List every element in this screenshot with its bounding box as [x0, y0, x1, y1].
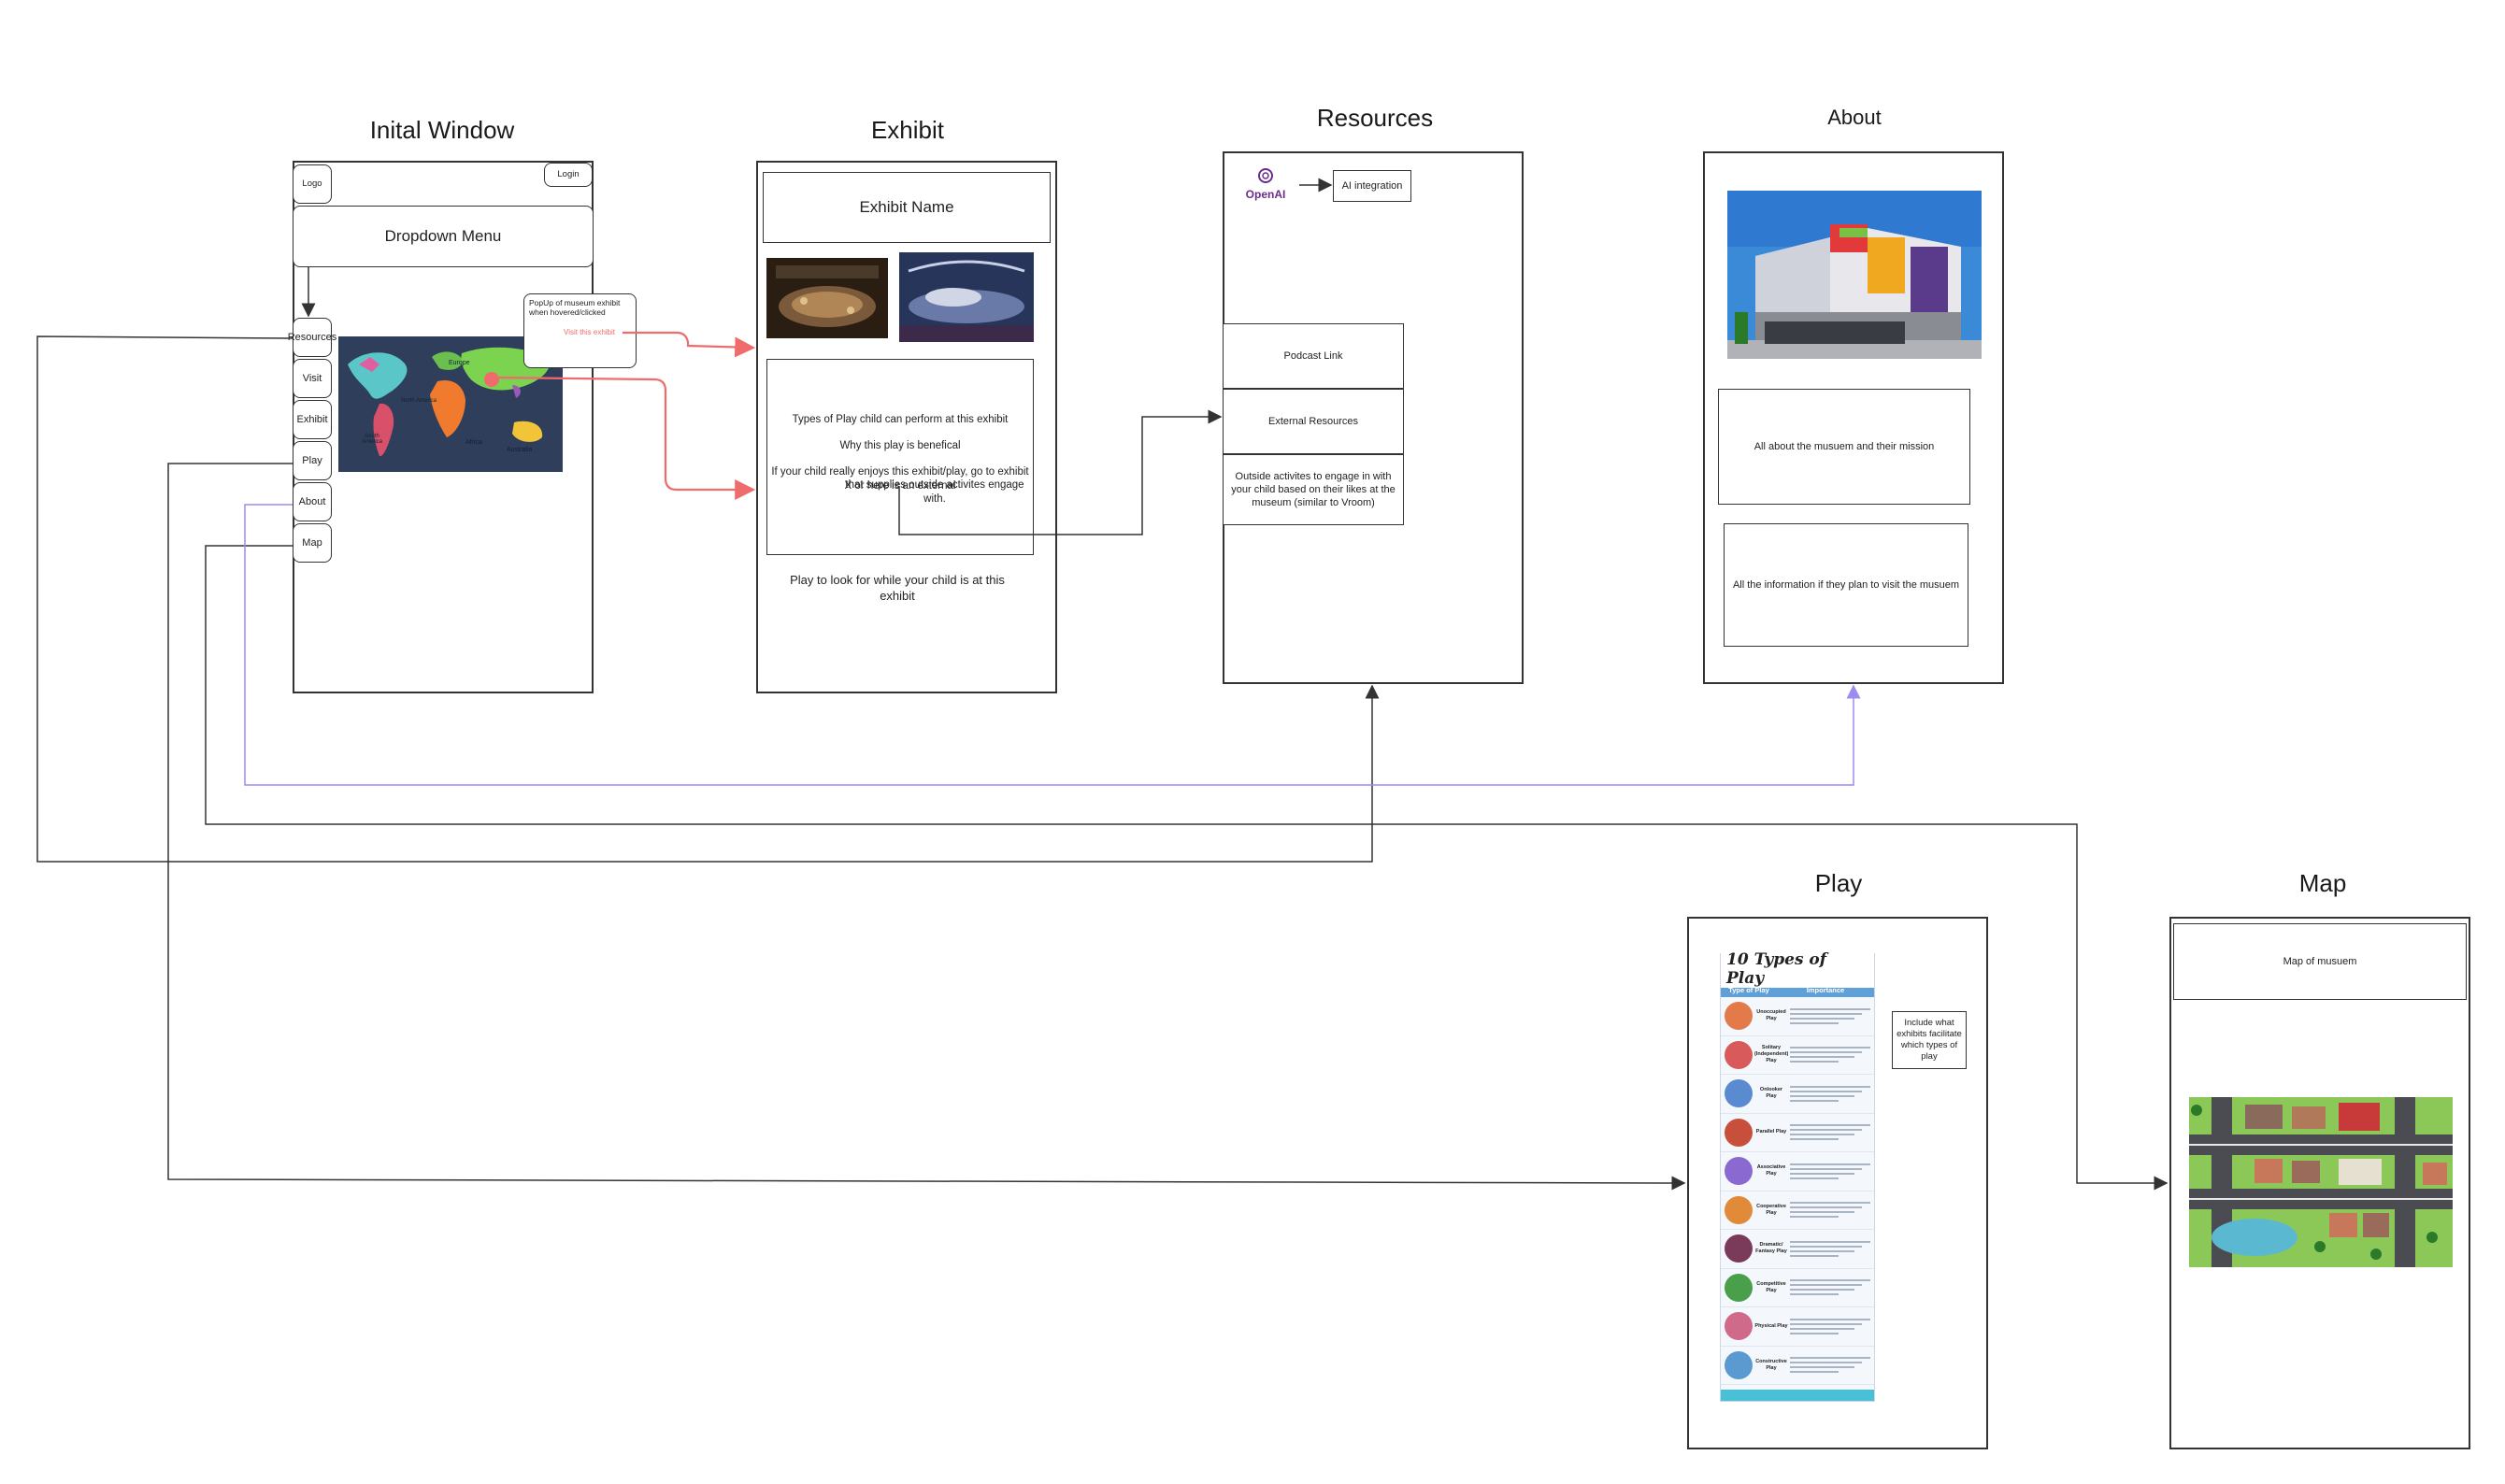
about-link: [244, 504, 1861, 786]
connector-layer: [36, 178, 2169, 1191]
external-resource-link: [898, 409, 1223, 535]
map-link: [205, 545, 2169, 1191]
play-link: [167, 463, 1686, 1191]
popup-exhibit-arrow-2: [494, 376, 756, 500]
popup-exhibit-arrow-1: [623, 331, 756, 358]
resources-link: [36, 335, 1380, 863]
